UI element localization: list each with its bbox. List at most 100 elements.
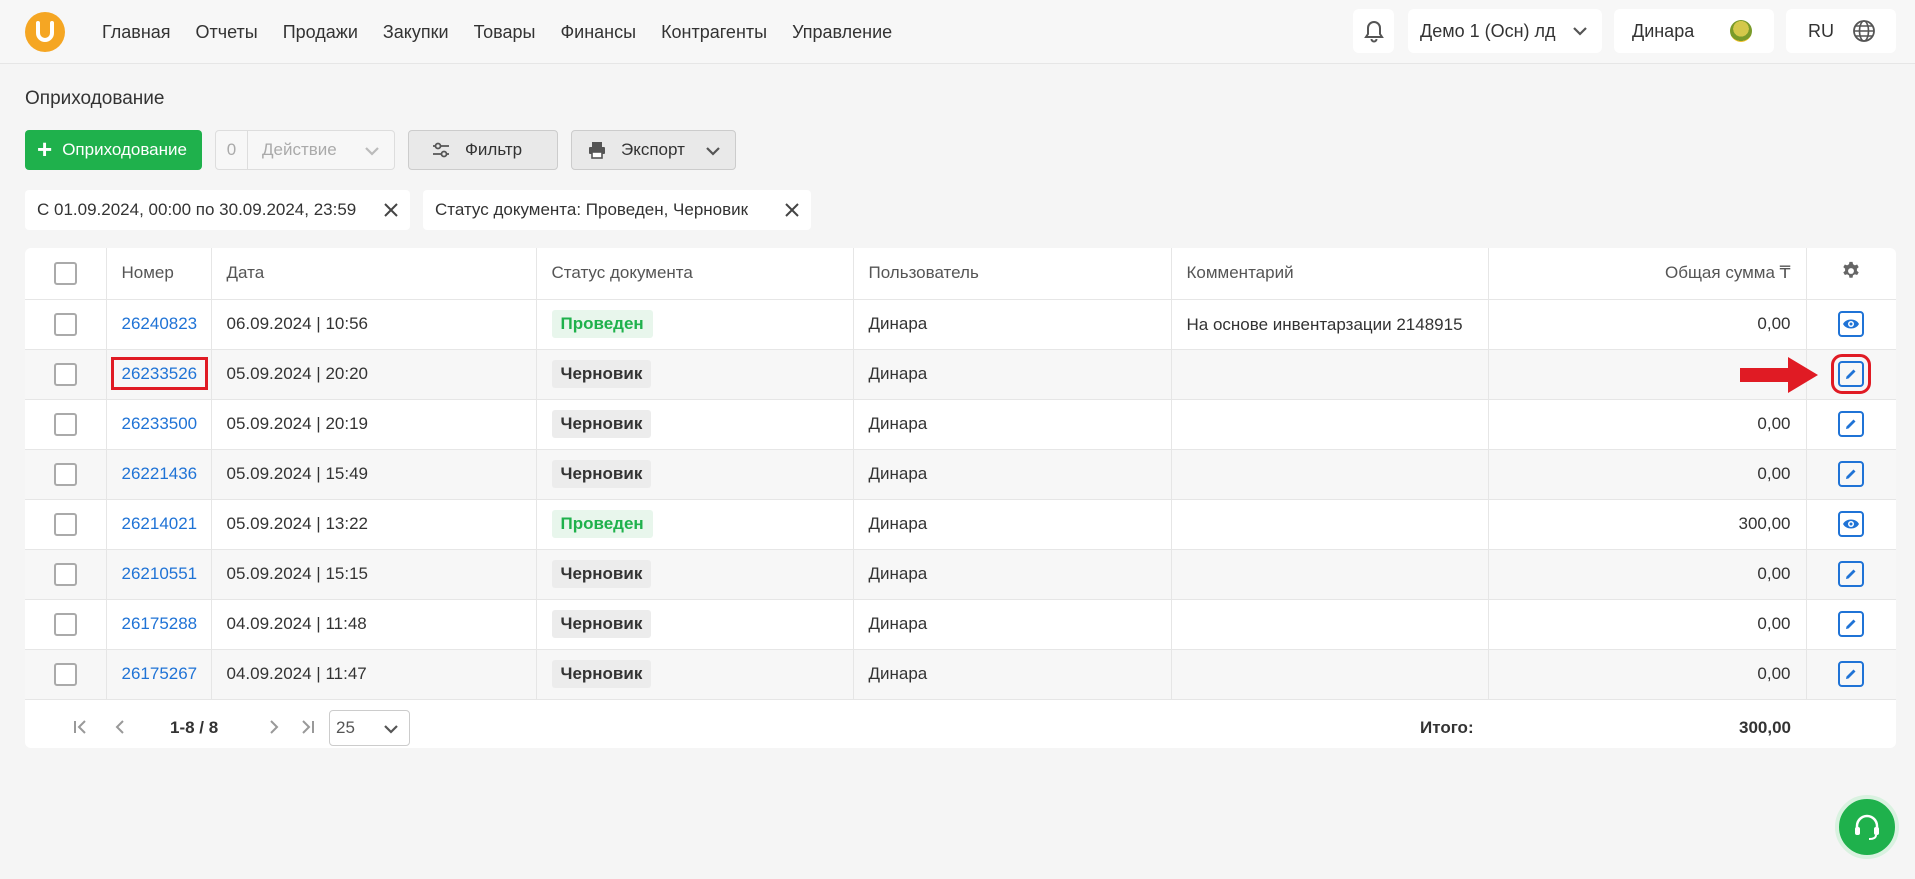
edit-button[interactable]: [1838, 411, 1865, 437]
logo[interactable]: [25, 12, 65, 52]
document-number-link[interactable]: 26175267: [122, 664, 198, 683]
export-label: Экспорт: [621, 140, 685, 159]
select-all-cell: [25, 248, 107, 300]
filter-button[interactable]: Фильтр: [408, 130, 558, 170]
status-badge: Проведен: [551, 310, 653, 338]
nav-item-finance[interactable]: Финансы: [560, 22, 636, 43]
row-date: 05.09.2024 | 15:15: [211, 549, 537, 600]
column-header-comment[interactable]: Комментарий: [1171, 248, 1489, 300]
last-page-icon[interactable]: [299, 718, 317, 736]
close-icon[interactable]: [382, 201, 400, 219]
action-label: Действие: [262, 140, 337, 159]
column-header-status[interactable]: Статус документа: [536, 248, 854, 300]
nav-item-management[interactable]: Управление: [792, 22, 892, 43]
chevron-down-icon: [365, 147, 379, 156]
view-button[interactable]: [1838, 511, 1865, 537]
top-navbar: Главная Отчеты Продажи Закупки Товары Фи…: [0, 0, 1915, 64]
table-row[interactable]: 26233526 05.09.2024 | 20:20 Черновик Дин…: [25, 349, 1896, 400]
nav-item-home[interactable]: Главная: [102, 22, 171, 43]
nav-item-sales[interactable]: Продажи: [283, 22, 358, 43]
row-comment: [1171, 499, 1489, 550]
table-row[interactable]: 26175267 04.09.2024 | 11:47 Черновик Дин…: [25, 649, 1896, 700]
bell-icon: [1363, 20, 1384, 43]
add-receipt-label: Оприходование: [62, 140, 187, 159]
document-number-link[interactable]: 26233526: [110, 357, 209, 390]
row-user: Динара: [853, 499, 1172, 550]
row-checkbox[interactable]: [53, 562, 77, 586]
row-user: Динара: [853, 399, 1172, 450]
close-icon[interactable]: [783, 201, 801, 219]
row-date: 04.09.2024 | 11:47: [211, 649, 537, 700]
row-checkbox[interactable]: [53, 412, 77, 436]
row-date: 06.09.2024 | 10:56: [211, 299, 537, 350]
nav-item-goods[interactable]: Товары: [474, 22, 536, 43]
row-checkbox[interactable]: [53, 612, 77, 636]
row-checkbox[interactable]: [53, 362, 77, 386]
action-dropdown[interactable]: 0 Действие: [215, 130, 395, 170]
column-header-number[interactable]: Номер: [106, 248, 212, 300]
document-number-link[interactable]: 26221436: [122, 464, 198, 483]
main-nav: Главная Отчеты Продажи Закупки Товары Фи…: [102, 0, 892, 64]
notifications-button[interactable]: [1353, 9, 1394, 53]
document-number-link[interactable]: 26214021: [122, 514, 198, 533]
status-badge: Черновик: [551, 460, 652, 488]
filter-chip-date-label: С 01.09.2024, 00:00 по 30.09.2024, 23:59: [37, 200, 357, 219]
language-selector[interactable]: RU: [1786, 9, 1896, 53]
table-row[interactable]: 26221436 05.09.2024 | 15:49 Черновик Дин…: [25, 449, 1896, 500]
edit-button[interactable]: [1838, 611, 1865, 637]
table-row[interactable]: 26175288 04.09.2024 | 11:48 Черновик Дин…: [25, 599, 1896, 650]
pencil-icon: [1846, 419, 1856, 429]
add-receipt-button[interactable]: + Оприходование: [25, 130, 202, 170]
user-menu[interactable]: Динара: [1614, 9, 1774, 53]
row-user: Динара: [853, 549, 1172, 600]
support-chat-button[interactable]: [1835, 795, 1899, 859]
edit-button[interactable]: [1838, 661, 1865, 687]
row-user: Динара: [853, 349, 1172, 400]
nav-item-reports[interactable]: Отчеты: [196, 22, 258, 43]
page-size-select[interactable]: 25: [329, 710, 410, 746]
nav-item-purchases[interactable]: Закупки: [383, 22, 449, 43]
pencil-icon: [1846, 569, 1856, 579]
table-row[interactable]: 26214021 05.09.2024 | 13:22 Проведен Дин…: [25, 499, 1896, 550]
column-header-total[interactable]: Общая сумма ₸: [1488, 248, 1807, 300]
next-page-icon[interactable]: [265, 718, 283, 736]
receipts-table-card: Номер Дата Статус документа Пользователь…: [25, 248, 1896, 748]
edit-button[interactable]: [1838, 561, 1865, 587]
view-button[interactable]: [1838, 311, 1865, 337]
row-comment: [1171, 349, 1489, 400]
chevron-down-icon: [706, 147, 720, 156]
filter-label: Фильтр: [465, 140, 523, 159]
prev-page-icon[interactable]: [111, 718, 129, 736]
document-number-link[interactable]: 26240823: [122, 314, 198, 333]
row-date: 04.09.2024 | 11:48: [211, 599, 537, 650]
row-comment: [1171, 399, 1489, 450]
row-date: 05.09.2024 | 20:19: [211, 399, 537, 450]
edit-button[interactable]: [1838, 461, 1865, 487]
first-page-icon[interactable]: [71, 718, 89, 736]
eye-icon: [1843, 319, 1860, 329]
row-checkbox[interactable]: [53, 312, 77, 336]
column-header-user[interactable]: Пользователь: [853, 248, 1172, 300]
document-number-link[interactable]: 26210551: [122, 564, 198, 583]
document-number-link[interactable]: 26175288: [122, 614, 198, 633]
export-button[interactable]: Экспорт: [571, 130, 736, 170]
table-row[interactable]: 26210551 05.09.2024 | 15:15 Черновик Дин…: [25, 549, 1896, 600]
row-amount: 300,00: [1488, 499, 1807, 550]
org-selector[interactable]: Демо 1 (Осн) лд: [1408, 9, 1602, 53]
nav-item-contractors[interactable]: Контрагенты: [661, 22, 767, 43]
row-amount: 0,00: [1488, 599, 1807, 650]
column-header-date[interactable]: Дата: [211, 248, 537, 300]
pencil-icon: [1846, 669, 1856, 679]
total-label: Итого:: [1420, 718, 1474, 737]
row-checkbox[interactable]: [53, 512, 77, 536]
table-row[interactable]: 26240823 06.09.2024 | 10:56 Проведен Дин…: [25, 299, 1896, 350]
row-checkbox[interactable]: [53, 662, 77, 686]
gear-icon[interactable]: [1840, 260, 1862, 282]
document-number-link[interactable]: 26233500: [122, 414, 198, 433]
table-row[interactable]: 26233500 05.09.2024 | 20:19 Черновик Дин…: [25, 399, 1896, 450]
select-all-checkbox[interactable]: [53, 261, 77, 285]
plus-icon: +: [37, 134, 53, 164]
edit-button[interactable]: [1831, 354, 1872, 394]
user-name: Динара: [1632, 20, 1695, 41]
row-checkbox[interactable]: [53, 462, 77, 486]
